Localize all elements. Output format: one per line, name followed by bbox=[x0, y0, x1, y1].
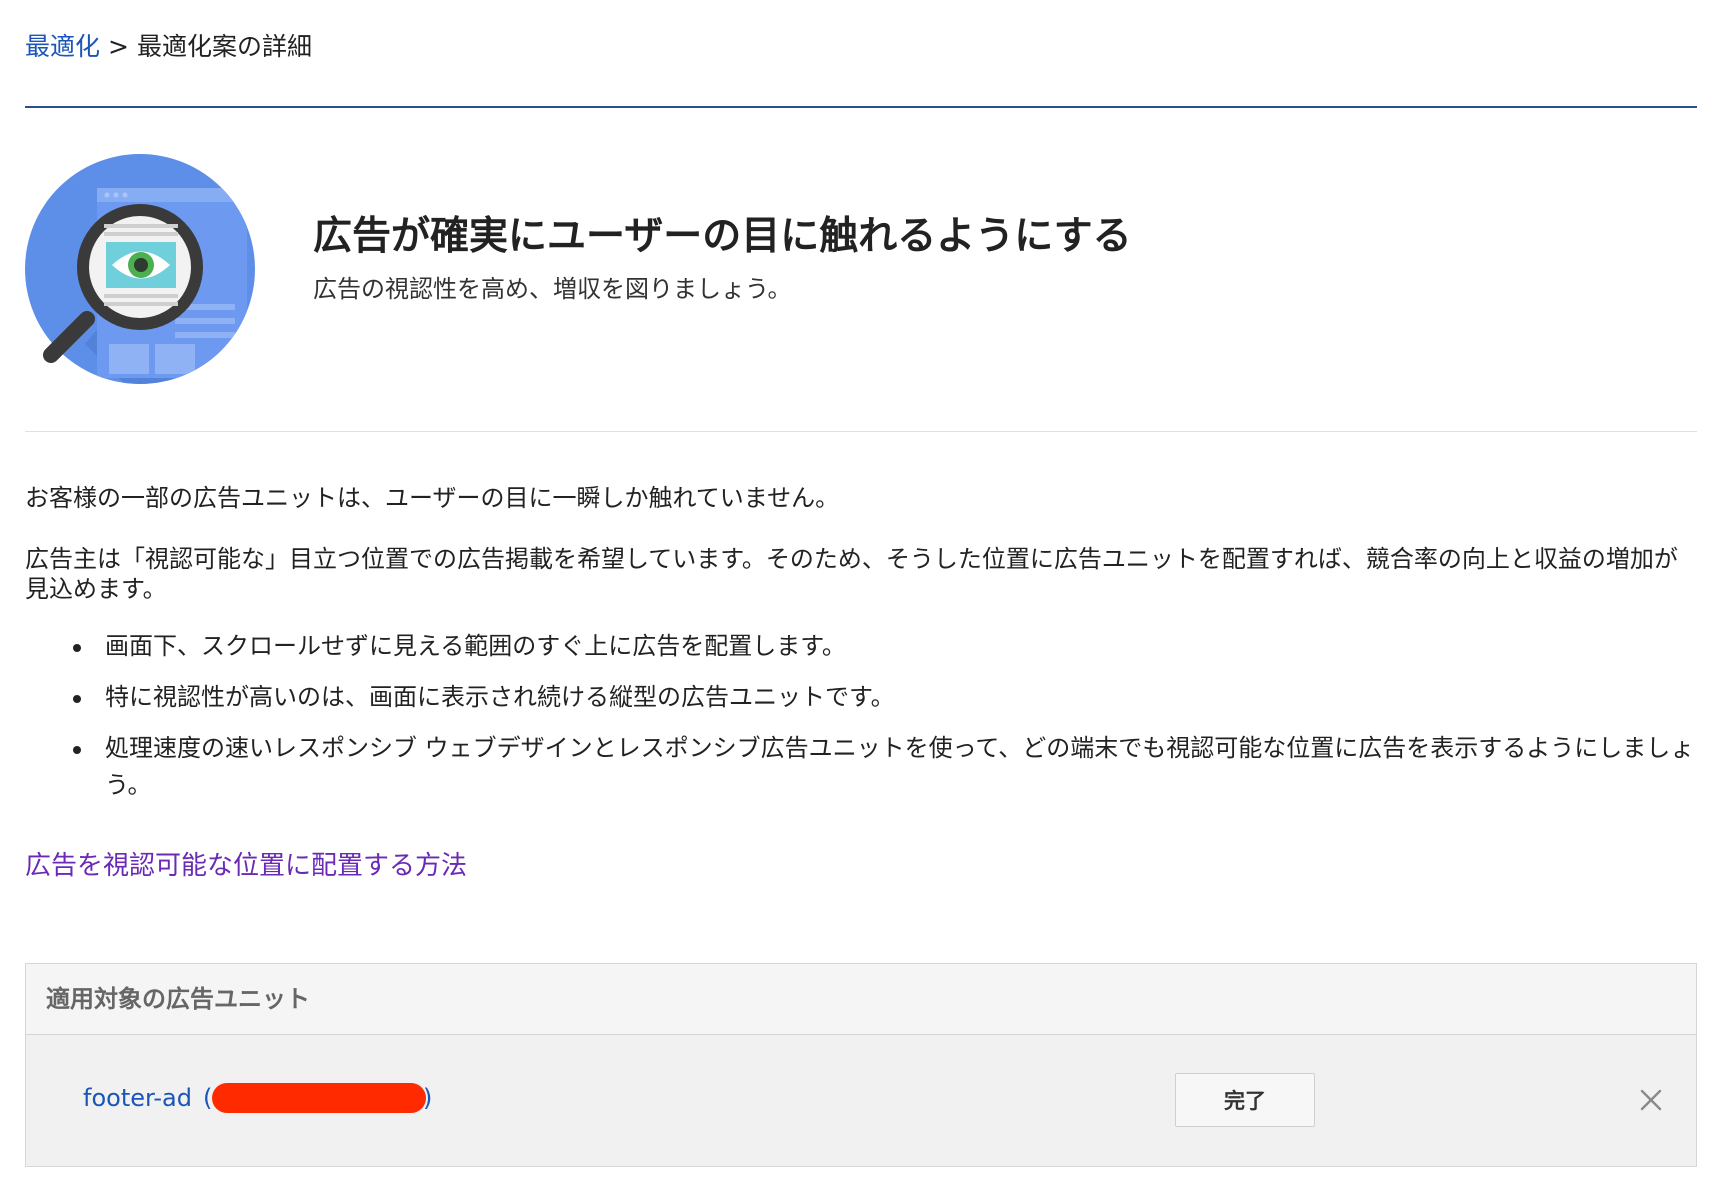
ad-unit-link[interactable]: footer-ad bbox=[83, 1081, 192, 1115]
paren-close: ) bbox=[423, 1084, 433, 1112]
paren-open: ( bbox=[203, 1084, 213, 1112]
page-subtitle: 広告の視認性を高め、増収を図りましょう。 bbox=[313, 275, 792, 303]
breadcrumb-separator: > bbox=[108, 32, 129, 61]
optimization-detail-page: 最適化 > 最適化案の詳細 広告が確実にユーザーの目に触れるようにする 広告の視… bbox=[25, 0, 1697, 1187]
magnifier-eye-icon bbox=[25, 154, 255, 384]
breadcrumb-link-optimization[interactable]: 最適化 bbox=[25, 32, 100, 61]
close-icon[interactable] bbox=[1638, 1087, 1664, 1113]
intro-paragraph: お客様の一部の広告ユニットは、ユーザーの目に一瞬しか触れていません。 bbox=[25, 484, 840, 512]
hero-divider bbox=[25, 431, 1697, 432]
tips-list: 画面下、スクロールせずに見える範囲のすぐ上に広告を配置します。 特に視認性が高い… bbox=[25, 628, 1697, 818]
advertiser-paragraph: 広告主は「視認可能な」目立つ位置での広告掲載を希望しています。そのため、そうした… bbox=[25, 545, 1678, 603]
breadcrumb-current: 最適化案の詳細 bbox=[136, 32, 312, 61]
page-title: 広告が確実にユーザーの目に触れるようにする bbox=[313, 214, 1132, 259]
done-button[interactable]: 完了 bbox=[1175, 1073, 1315, 1127]
panel-header: 適用対象の広告ユニット bbox=[26, 964, 1696, 1035]
list-item: 画面下、スクロールせずに見える範囲のすぐ上に広告を配置します。 bbox=[25, 628, 1697, 665]
panel-title: 適用対象の広告ユニット bbox=[46, 985, 310, 1013]
breadcrumb: 最適化 > 最適化案の詳細 bbox=[25, 30, 312, 64]
ad-unit-row: footer-ad ( ) 完了 bbox=[26, 1035, 1696, 1166]
applicable-ad-units-panel: 適用対象の広告ユニット footer-ad ( ) 完了 bbox=[25, 963, 1697, 1167]
list-item: 処理速度の速いレスポンシブ ウェブデザインとレスポンシブ広告ユニットを使って、ど… bbox=[25, 730, 1697, 804]
list-item: 特に視認性が高いのは、画面に表示され続ける縦型の広告ユニットです。 bbox=[25, 679, 1697, 716]
redaction-mark bbox=[212, 1083, 426, 1113]
viewable-placement-help-link[interactable]: 広告を視認可能な位置に配置する方法 bbox=[25, 849, 467, 883]
header-divider bbox=[25, 106, 1697, 108]
